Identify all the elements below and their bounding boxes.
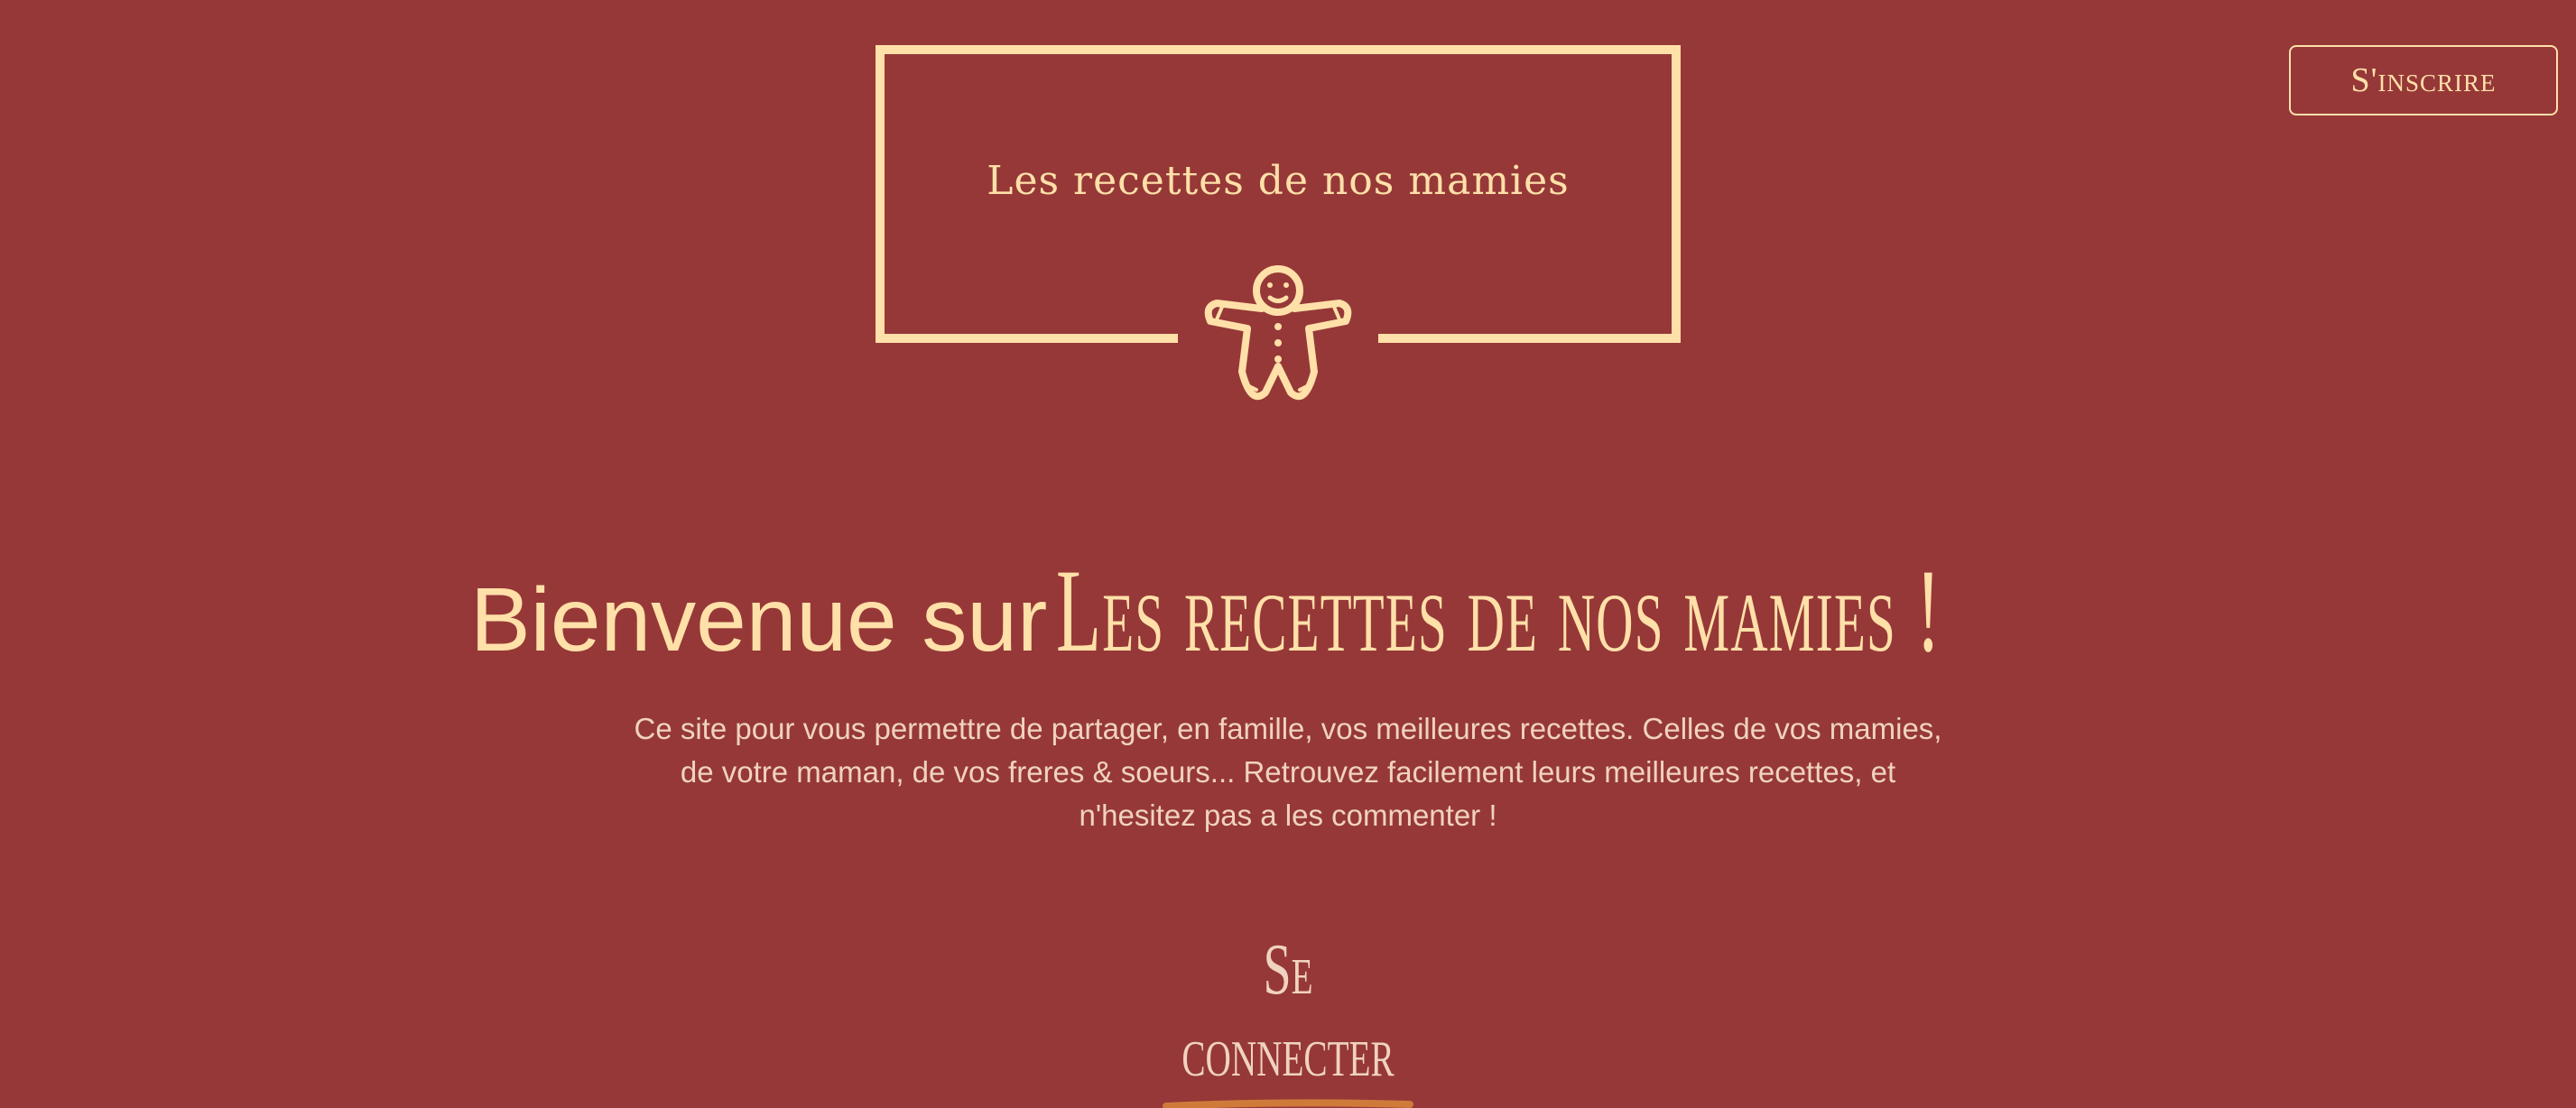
welcome-text: Bienvenue sur <box>469 569 1048 670</box>
login-link[interactable]: Se connecter <box>1128 929 1448 1108</box>
gingerbread-man-icon <box>1204 265 1352 401</box>
brush-underline <box>1163 1099 1413 1108</box>
logo-frame <box>876 45 1681 401</box>
site-description: Ce site pour vous permettre de partager,… <box>634 712 1942 832</box>
page-title: Bienvenue sur Les recettes de nos mamies… <box>0 541 2576 679</box>
logo-title: Les recettes de nos mamies <box>987 158 1570 204</box>
site-logo[interactable]: Les recettes de nos mamies <box>876 45 1681 406</box>
login-label: Se connecter <box>1181 930 1395 1092</box>
brand-name: Les recettes de nos mamies ! <box>1056 544 1942 677</box>
signup-button[interactable]: S'inscrire <box>2289 45 2558 115</box>
